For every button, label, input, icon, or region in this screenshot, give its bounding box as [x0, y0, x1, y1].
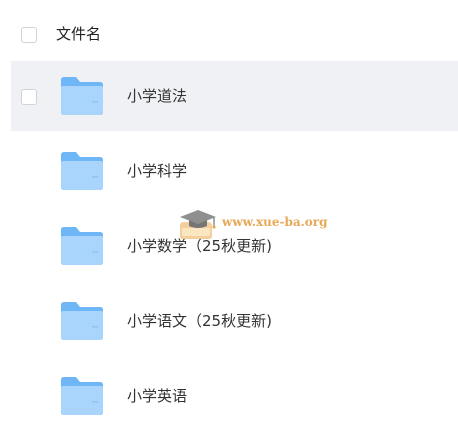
folder-icon: [59, 299, 105, 343]
watermark-text: www.xue-ba.org: [222, 215, 328, 229]
file-row[interactable]: 小学英语: [11, 361, 458, 431]
folder-icon: [59, 374, 105, 418]
file-name[interactable]: 小学英语: [127, 386, 187, 406]
file-name[interactable]: 小学语文（25秋更新): [127, 311, 272, 331]
folder-icon: [59, 224, 105, 268]
select-all-checkbox[interactable]: [21, 27, 37, 43]
watermark: www.xue-ba.org: [176, 204, 336, 244]
file-list-header: 文件名: [0, 0, 458, 60]
graduation-cap-icon: [176, 206, 220, 246]
column-header-filename: 文件名: [56, 25, 102, 43]
file-row[interactable]: 小学道法: [11, 61, 458, 131]
row-checkbox[interactable]: [21, 89, 37, 105]
file-row[interactable]: 小学科学: [11, 136, 458, 206]
file-row[interactable]: 小学语文（25秋更新): [11, 286, 458, 356]
file-name[interactable]: 小学道法: [127, 86, 187, 106]
folder-icon: [59, 74, 105, 118]
folder-icon: [59, 149, 105, 193]
file-name[interactable]: 小学科学: [127, 161, 187, 181]
